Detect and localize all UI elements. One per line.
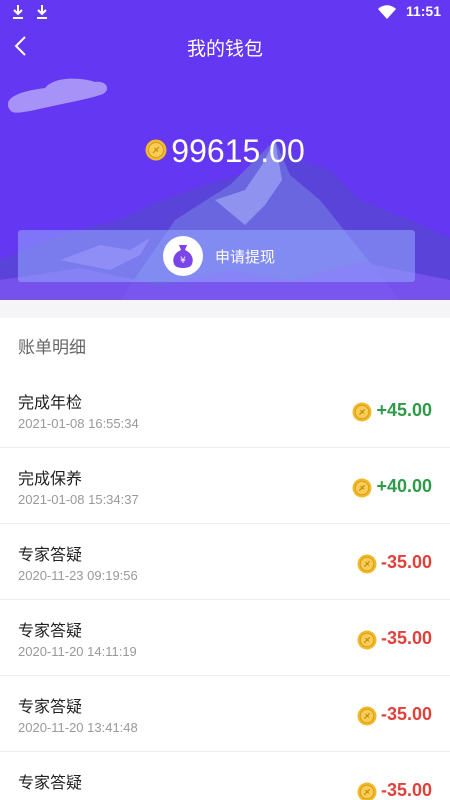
bill-date: 2020-11-23 09:19:56 [18, 568, 138, 583]
balance-amount: 99615.00 [171, 133, 305, 169]
gold-coin-icon [352, 402, 372, 422]
bill-row[interactable]: 完成年检 2021-01-08 16:55:34 +45.00 [0, 372, 450, 448]
bill-date: 2021-01-08 16:55:34 [18, 416, 139, 431]
bill-row[interactable]: 专家答疑 2020-11-23 09:19:56 -35.00 [0, 524, 450, 600]
bill-list: 完成年检 2021-01-08 16:55:34 +45.00 完成保养 2021-01… [0, 372, 450, 800]
gold-coin-icon [357, 554, 377, 574]
gold-coin-icon [357, 782, 377, 800]
bill-title: 专家答疑 [18, 621, 83, 640]
bill-date: 2021-01-08 15:34:37 [18, 492, 139, 507]
section-divider [0, 300, 450, 318]
bill-row[interactable]: 专家答疑 2020-11-20 14:11:19 -35.00 [0, 600, 450, 676]
bill-row[interactable]: 专家答疑 2020-11-20 13:41:48 -35.00 [0, 676, 450, 752]
gold-coin-icon [352, 478, 372, 498]
bill-date: 2020-11-20 14:11:19 [18, 644, 137, 659]
bill-title: 完成年检 [18, 393, 83, 412]
bill-section-title: 账单明细 [18, 338, 86, 358]
bill-amount: +40.00 [376, 476, 432, 496]
status-time: 11:51 [405, 3, 441, 19]
bill-title: 专家答疑 [18, 545, 83, 564]
bill-amount: -35.00 [380, 704, 432, 724]
bill-row[interactable]: 专家答疑 -35.00 [0, 752, 450, 800]
bill-amount: +45.00 [376, 400, 432, 420]
download-icon [37, 5, 47, 19]
gold-coin-icon [357, 706, 377, 726]
gold-coin-icon [357, 630, 377, 650]
status-bar: 11:51 [0, 0, 450, 24]
withdraw-button[interactable]: ¥ 申请提现 [18, 230, 415, 282]
bill-row[interactable]: 完成保养 2021-01-08 15:34:37 +40.00 [0, 448, 450, 524]
bill-amount: -35.00 [380, 780, 432, 800]
money-bag-icon: ¥ [163, 236, 203, 276]
gold-coin-icon [145, 139, 167, 160]
page-title: 我的钱包 [186, 38, 263, 60]
wallet-header: 11:51 我的钱包 99615.00 ¥ 申请提现 [0, 0, 450, 300]
bill-date: 2020-11-20 13:41:48 [18, 720, 138, 735]
withdraw-label: 申请提现 [215, 248, 276, 266]
bill-title: 专家答疑 [18, 773, 83, 792]
wifi-icon [378, 5, 396, 19]
svg-text:¥: ¥ [180, 256, 186, 266]
balance-display: 99615.00 [0, 133, 450, 170]
bill-title: 专家答疑 [18, 697, 83, 716]
download-icon [13, 5, 23, 19]
bill-amount: -35.00 [380, 552, 432, 572]
bill-title: 完成保养 [18, 469, 83, 488]
bill-amount: -35.00 [380, 628, 432, 648]
